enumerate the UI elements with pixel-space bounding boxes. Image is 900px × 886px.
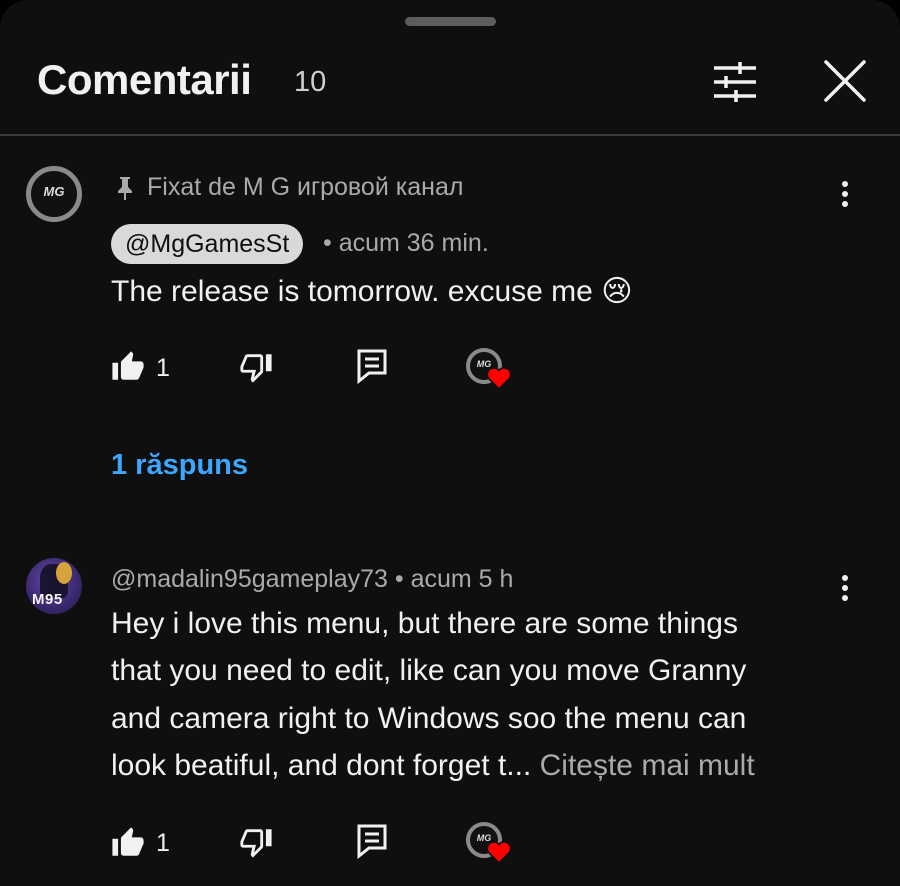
reply-button[interactable] [355,823,389,864]
comment-text-line: and camera right to Windows soo the menu… [111,702,747,735]
comment-author-meta[interactable]: @madalin95gameplay73 • acum 5 h [111,565,513,594]
heart-icon [486,367,512,390]
avatar-label: M95 [32,591,63,608]
thumb-down-icon [240,829,272,858]
reply-button[interactable] [355,348,389,389]
more-options-button[interactable] [835,177,855,211]
reply-icon [357,349,387,385]
author-chip[interactable]: @MgGamesSt [111,224,304,264]
thumb-down-icon [240,354,272,383]
pin-icon [118,177,132,200]
close-button[interactable] [818,56,872,108]
like-button[interactable] [111,350,145,389]
thumb-up-icon [112,351,144,380]
pinned-label: Fixat de M G игровой канал [147,173,464,201]
heart-icon [486,841,512,864]
filter-icon [714,62,756,102]
comment-text-line: Hey i love this menu, but there are some… [111,607,738,640]
avatar-label: MG [43,184,65,199]
comment-text-last-line: look beatiful, and dont forget t... Cite… [111,742,755,790]
creator-heart: MG [466,822,512,864]
read-more-link[interactable]: Citește mai mult [540,749,755,782]
comment-text-line: look beatiful, and dont forget t... [111,749,532,782]
comments-header: Comentarii 10 [0,40,900,136]
replies-link[interactable]: 1 răspuns [111,449,248,482]
creator-heart: MG [466,348,512,390]
thumb-up-icon [112,827,144,856]
comments-count: 10 [294,66,327,98]
reply-icon [357,824,387,860]
dislike-button[interactable] [239,825,273,864]
close-icon [824,60,866,102]
avatar[interactable]: MG [26,166,82,222]
comments-sheet: Comentarii 10 MG Fixat de M G игровой ка… [0,0,900,886]
comment-time: • acum 36 min. [323,229,489,257]
like-count: 1 [156,354,170,382]
filter-button[interactable] [708,58,760,106]
avatar[interactable]: M95 [26,558,82,614]
comment-text: The release is tomorrow. excuse me 😢 [111,275,633,308]
more-options-button[interactable] [835,571,855,605]
like-button[interactable] [111,826,145,865]
dislike-button[interactable] [239,350,273,389]
comments-title: Comentarii [37,56,252,103]
comment-text-line: that you need to edit, like can you move… [111,654,747,687]
drag-handle[interactable] [405,17,496,26]
like-count: 1 [156,829,170,857]
